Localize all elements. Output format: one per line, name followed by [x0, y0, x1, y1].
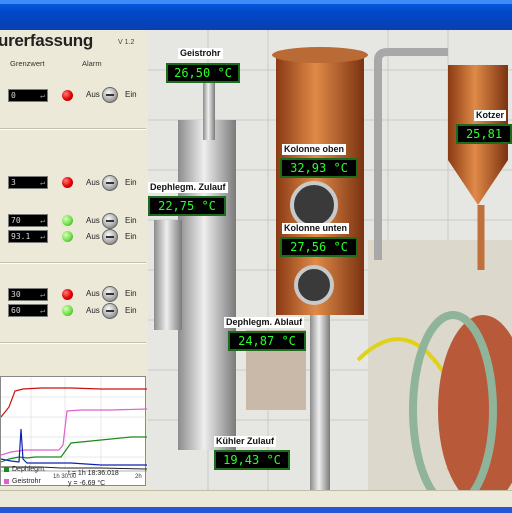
alarm-toggle-4[interactable]: Aus Ein: [86, 229, 144, 245]
section-divider-highlight: [0, 129, 146, 130]
sensor-readout-dephlegm-ablauf: 24,87 °C: [228, 331, 306, 351]
sensor-label-kolonne-oben: Kolonne oben: [282, 144, 346, 155]
app-title: urerfassung: [0, 31, 93, 50]
toggle-on-label: Ein: [125, 289, 137, 298]
threshold-input-1[interactable]: 0 ↵: [8, 89, 48, 102]
alarm-toggle-6[interactable]: Aus Ein: [86, 303, 144, 319]
titlebar-highlight: [0, 0, 512, 4]
alarm-toggle-5[interactable]: Aus Ein: [86, 286, 144, 302]
enter-icon: ↵: [40, 232, 45, 241]
status-bar: [0, 490, 512, 513]
knob-icon[interactable]: [102, 286, 118, 302]
enter-icon: ↵: [40, 306, 45, 315]
knob-icon[interactable]: [102, 213, 118, 229]
column-base-pipe: [310, 315, 330, 490]
sensor-readout-geistrohr: 26,50 °C: [166, 63, 240, 83]
dephlegmator-column: [178, 120, 236, 450]
toggle-off-label: Aus: [86, 306, 100, 315]
knob-icon[interactable]: [102, 87, 118, 103]
toggle-on-label: Ein: [125, 90, 137, 99]
toggle-on-label: Ein: [125, 232, 137, 241]
alarm-toggle-3[interactable]: Aus Ein: [86, 213, 144, 229]
alarm-toggle-2[interactable]: Aus Ein: [86, 175, 144, 191]
alarm-led-4: [62, 231, 73, 242]
toggle-off-label: Aus: [86, 216, 100, 225]
threshold-value: 60: [11, 306, 21, 315]
alarm-led-2: [62, 177, 73, 188]
sight-glass-lower: [294, 265, 334, 305]
window-titlebar[interactable]: [0, 0, 512, 30]
alarm-led-6: [62, 305, 73, 316]
cursor-time: t = 1h 18:36.018: [68, 470, 119, 477]
sensor-label-dephlegm-zulauf: Dephlegm. Zulauf: [148, 182, 228, 193]
threshold-value: 0: [11, 91, 16, 100]
version-label: V 1.2: [118, 39, 135, 46]
section-divider-highlight: [0, 263, 146, 264]
series-line-blue: [1, 428, 147, 466]
enter-icon: ↵: [40, 91, 45, 100]
toggle-on-label: Ein: [125, 216, 137, 225]
distillery-illustration: [148, 30, 512, 490]
sensor-label-geistrohr: Geistrohr: [178, 48, 223, 59]
alarm-led-5: [62, 289, 73, 300]
side-tank: [154, 220, 182, 330]
threshold-value: 70: [11, 216, 21, 225]
legend-label: Geistrohr: [12, 478, 41, 485]
sensor-readout-kolonne-unten: 27,56 °C: [280, 237, 358, 257]
legend-label: Dephlegm.: [12, 466, 46, 473]
toggle-off-label: Aus: [86, 232, 100, 241]
threshold-value: 30: [11, 290, 21, 299]
alarm-led-3: [62, 215, 73, 226]
knob-icon[interactable]: [102, 303, 118, 319]
legend-swatch: [4, 466, 9, 472]
toggle-on-label: Ein: [125, 178, 137, 187]
section-divider-highlight: [0, 343, 146, 344]
x-tick-label-end: 2h: [135, 474, 142, 480]
threshold-value: 93.1: [11, 232, 31, 241]
distillery-photo: Geistrohr 26,50 °C Kotzer 25,81 Kolonne …: [148, 30, 512, 490]
toggle-off-label: Aus: [86, 178, 100, 187]
knob-icon[interactable]: [102, 229, 118, 245]
taskbar-strip: [0, 507, 512, 513]
legend-item-geistrohr: Geistrohr: [4, 478, 41, 485]
threshold-input-2[interactable]: 3 ↵: [8, 176, 48, 189]
sensor-label-kolonne-unten: Kolonne unten: [282, 223, 349, 234]
toggle-off-label: Aus: [86, 90, 100, 99]
control-panel: urerfassung V 1.2 Grenzwert Alarm 0 ↵ Aus…: [0, 30, 149, 492]
sensor-label-kuehler-zulauf: Kühler Zulauf: [214, 436, 276, 447]
legend-swatch: [4, 478, 9, 484]
threshold-input-6[interactable]: 60 ↵: [8, 304, 48, 317]
threshold-header: Grenzwert: [10, 59, 45, 68]
knob-icon[interactable]: [102, 175, 118, 191]
enter-icon: ↵: [40, 216, 45, 225]
threshold-value: 3: [11, 178, 16, 187]
alarm-toggle-1[interactable]: Aus Ein: [86, 87, 144, 103]
enter-icon: ↵: [40, 290, 45, 299]
sensor-readout-kolonne-oben: 32,93 °C: [280, 158, 358, 178]
column-top: [272, 47, 368, 63]
threshold-input-4[interactable]: 93.1 ↵: [8, 230, 48, 243]
series-line-red: [1, 387, 147, 418]
enter-icon: ↵: [40, 178, 45, 187]
toggle-on-label: Ein: [125, 306, 137, 315]
sensor-label-kotzer: Kotzer: [474, 110, 507, 121]
sight-glass-upper: [290, 181, 338, 229]
alarm-header: Alarm: [82, 59, 102, 68]
series-line-pink: [1, 408, 147, 456]
sensor-label-dephlegm-ablauf: Dephlegm. Ablauf: [224, 317, 305, 328]
sensor-readout-kotzer: 25,81: [456, 124, 512, 144]
threshold-input-5[interactable]: 30 ↵: [8, 288, 48, 301]
sensor-readout-kuehler-zulauf: 19,43 °C: [214, 450, 290, 470]
vapor-pipe: [203, 80, 215, 140]
sensor-readout-dephlegm-zulauf: 22,75 °C: [148, 196, 226, 216]
legend-item-dephlegm: Dephlegm.: [4, 466, 46, 473]
toggle-off-label: Aus: [86, 289, 100, 298]
threshold-input-3[interactable]: 70 ↵: [8, 214, 48, 227]
cursor-value: y = -6.69 °C: [68, 480, 106, 487]
alarm-led-1: [62, 90, 73, 101]
